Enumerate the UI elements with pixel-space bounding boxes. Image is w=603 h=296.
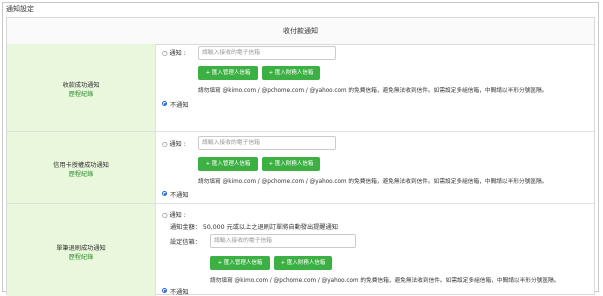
notify-radio-option[interactable]: ○ 通知 : [162,210,186,219]
import-finance-email-button[interactable]: + 匯入財務人信箱 [274,256,332,270]
row-title: 單筆退刷成功通知 [56,245,106,252]
row-options-cell: ○ 通知 : 請輸入接收的電子信箱 + 匯入管理人信箱 + 匯入財務人信箱 請勿… [156,132,594,203]
no-notify-radio[interactable] [162,101,167,106]
notify-radio-option[interactable]: ○ 通知 : [162,139,186,148]
email-input[interactable]: 請輸入接收的電子信箱 [198,46,336,60]
notify-radio-option[interactable]: ○ 通知 : [162,48,186,57]
amount-notice: 通知金額： 50,000 元或以上之退刷訂單將自動發出提醒通知 [170,224,338,231]
history-log-link[interactable]: 歷程紀錄 [7,253,155,262]
no-notify-radio[interactable] [162,288,167,293]
import-finance-email-button[interactable]: + 匯入財務人信箱 [262,66,320,80]
email-note: 請勿填寫 @kimo.com / @pchome.com / @yahoo.co… [210,278,560,284]
import-admin-email-button[interactable]: + 匯入管理人信箱 [210,256,270,270]
no-notify-label: 不通知 [170,102,189,109]
row-label-cell: 收款成功通知 歷程紀錄 [7,44,156,131]
row-options-cell: ○ 通知 : 請輸入接收的電子信箱 + 匯入管理人信箱 + 匯入財務人信箱 請勿… [156,44,594,131]
import-admin-email-button[interactable]: + 匯入管理人信箱 [198,157,258,171]
import-finance-email-button[interactable]: + 匯入財務人信箱 [262,157,320,171]
row-options-cell: ○ 通知 : 通知金額： 50,000 元或以上之退刷訂單將自動發出提醒通知 設… [156,204,594,296]
email-input[interactable]: 請輸入接收的電子信箱 [198,136,336,150]
notify-row-single-refund: 單筆退刷成功通知 歷程紀錄 ○ 通知 : 通知金額： 50,000 元或以上之退… [7,204,594,296]
email-note: 請勿填寫 @kimo.com / @pchome.com / @yahoo.co… [198,179,548,185]
email-input[interactable]: 請輸入接收的電子信箱 [210,234,356,248]
row-title: 信用卡授權成功通知 [53,162,109,169]
email-note: 請勿填寫 @kimo.com / @pchome.com / @yahoo.co… [198,88,548,94]
email-label: 設定信箱： [170,239,201,246]
settings-panel: 收付款通知 收款成功通知 歷程紀錄 ○ 通知 : 請輸入接收的電子信箱 + 匯入… [6,17,595,296]
notify-row-credit-auth: 信用卡授權成功通知 歷程紀錄 ○ 通知 : 請輸入接收的電子信箱 + 匯入管理人… [7,132,594,204]
notify-row-payment-success: 收款成功通知 歷程紀錄 ○ 通知 : 請輸入接收的電子信箱 + 匯入管理人信箱 … [7,44,594,132]
history-log-link[interactable]: 歷程紀錄 [7,170,155,179]
page-title: 通知設定 [6,5,34,13]
row-label-cell: 信用卡授權成功通知 歷程紀錄 [7,132,156,203]
row-title: 收款成功通知 [62,82,100,89]
no-notify-label: 不通知 [170,192,189,199]
import-admin-email-button[interactable]: + 匯入管理人信箱 [198,66,258,80]
section-header: 收付款通知 [7,18,594,45]
no-notify-radio[interactable] [162,191,167,196]
history-log-link[interactable]: 歷程紀錄 [7,90,155,99]
row-label-cell: 單筆退刷成功通知 歷程紀錄 [7,204,156,296]
